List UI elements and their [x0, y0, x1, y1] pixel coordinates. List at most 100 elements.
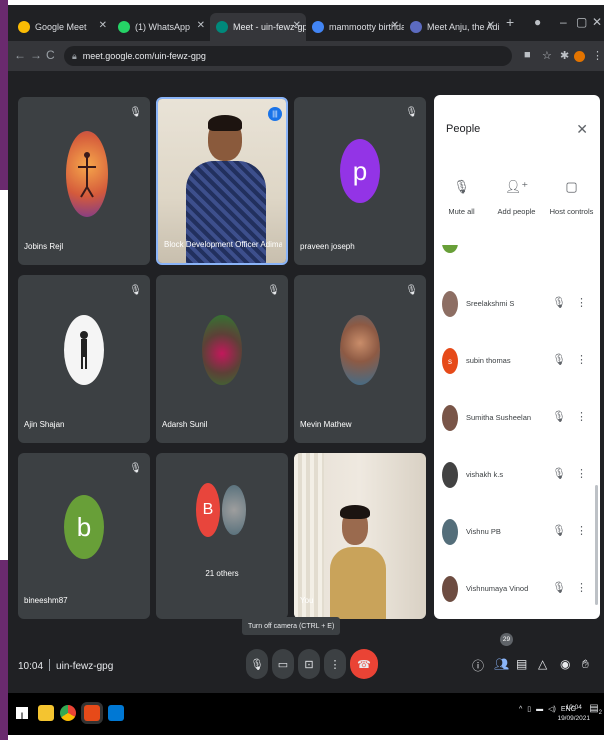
list-item[interactable]: vishakh k.s 🎙︎ ⋮	[434, 456, 600, 496]
participant-hair	[208, 115, 242, 131]
close-tab-icon[interactable]: ✕	[99, 20, 107, 31]
camera-toggle-button[interactable]: ▭	[272, 649, 294, 679]
mic-off-icon[interactable]: 🎙︎	[552, 296, 566, 309]
host-controls-button[interactable]: ▢ Host controls	[544, 179, 599, 216]
battery-icon[interactable]: ▯	[527, 705, 531, 713]
app-icon[interactable]	[84, 705, 100, 721]
maximize-icon[interactable]: ▢	[576, 15, 587, 29]
people-icon[interactable]: 👥︎	[494, 657, 509, 671]
reload-icon[interactable]: C	[46, 48, 55, 62]
tab-meet-active[interactable]: Meet - uin-fewz-gpg ✕	[210, 13, 306, 41]
extensions-icon[interactable]: ✱	[560, 49, 569, 62]
lock-icon[interactable]: 🔒︎	[72, 51, 77, 62]
camera-tooltip: Turn off camera (CTRL + E)	[242, 617, 341, 635]
mic-off-icon[interactable]: 🎙︎	[552, 410, 566, 423]
clock-time: 10:04	[565, 704, 582, 711]
more-options-icon[interactable]: ⋮	[576, 581, 587, 594]
volume-icon[interactable]: ◁)	[548, 705, 556, 713]
close-tab-icon[interactable]: ✕	[487, 20, 495, 31]
divider	[49, 659, 51, 671]
browser-window: Google Meet ✕ (1) WhatsApp ✕ Meet - uin-…	[8, 5, 604, 735]
close-tab-icon[interactable]: ✕	[197, 20, 205, 31]
mic-off-icon: 🎙︎	[405, 285, 418, 296]
participant-photo	[66, 131, 108, 217]
scrollbar[interactable]	[595, 485, 598, 605]
profile-avatar-icon[interactable]	[574, 51, 585, 62]
more-options-icon[interactable]: ⋮	[576, 524, 587, 537]
list-item[interactable]: Vishnu PB 🎙︎ ⋮	[434, 513, 600, 553]
close-window-icon[interactable]: ✕	[592, 15, 602, 29]
avatar: p	[340, 139, 380, 203]
list-item[interactable]: Vishnumaya Vinod 🎙︎ ⋮	[434, 570, 600, 610]
list-item[interactable]: Sreelakshmi S 🎙︎ ⋮	[434, 285, 600, 325]
more-options-icon[interactable]: ⋮	[576, 410, 587, 423]
participant-name: bineeshm87	[24, 596, 68, 605]
others-tile[interactable]: B 21 others	[156, 453, 288, 619]
partial-list-item	[442, 245, 458, 253]
shield-icon: ▢	[565, 179, 578, 194]
meeting-details-icon[interactable]: ⓘ	[472, 657, 484, 674]
camera-permission-icon[interactable]: ■	[524, 49, 531, 61]
participant-tile[interactable]: 🎙︎ Ajin Shajan	[18, 275, 150, 443]
tab-google-search[interactable]: mammootty birthday col ✕	[306, 13, 404, 41]
minimize-icon[interactable]: –	[560, 15, 567, 29]
people-panel-title: People	[446, 123, 481, 135]
list-item[interactable]: Sumitha Susheelan 🎙︎ ⋮	[434, 399, 600, 439]
more-options-button[interactable]: ⋮	[324, 649, 346, 679]
tab-google-meet[interactable]: Google Meet ✕	[12, 13, 112, 41]
notifications-icon[interactable]: ▤2	[589, 703, 602, 716]
host-controls-icon[interactable]: ◉	[560, 657, 570, 671]
tab-label: (1) WhatsApp	[135, 22, 191, 32]
close-tab-icon[interactable]: ✕	[391, 20, 399, 31]
clock-date: 19/09/2021	[557, 715, 590, 722]
chat-icon[interactable]: ▤	[516, 657, 527, 671]
taskbar-clock[interactable]: 10:04 19/09/2021	[557, 702, 590, 724]
chrome-icon[interactable]	[60, 705, 76, 721]
leave-call-button[interactable]: ☎︎	[350, 649, 378, 679]
hand-raise-icon[interactable]: ✋︎	[582, 657, 589, 672]
add-people-button[interactable]: 👤︎⁺ Add people	[489, 179, 544, 216]
file-explorer-icon[interactable]	[38, 705, 54, 721]
tab-whatsapp[interactable]: (1) WhatsApp ✕	[112, 13, 210, 41]
participant-tile[interactable]: 🎙︎ b bineeshm87	[18, 453, 150, 619]
tab-label: Google Meet	[35, 22, 87, 32]
url-text: meet.google.com/uin-fewz-gpg	[82, 51, 206, 61]
profile-menu-icon[interactable]: ●	[534, 15, 541, 29]
back-icon[interactable]: ←	[14, 48, 26, 62]
new-tab-button[interactable]: +	[506, 14, 514, 30]
mic-off-icon[interactable]: 🎙︎	[552, 467, 566, 480]
camera-icon: ▭	[277, 658, 289, 671]
store-icon[interactable]	[108, 705, 124, 721]
mic-off-icon[interactable]: 🎙︎	[552, 524, 566, 537]
close-tab-icon[interactable]: ✕	[293, 20, 301, 31]
present-screen-button[interactable]: ⊡	[298, 649, 320, 679]
windows-start-icon[interactable]	[16, 707, 28, 719]
more-options-icon[interactable]: ⋮	[576, 467, 587, 480]
close-icon[interactable]: ✕	[576, 121, 588, 138]
participant-tile[interactable]: 🎙︎ p praveen joseph	[294, 97, 426, 265]
more-options-icon[interactable]: ⋮	[576, 353, 587, 366]
mic-off-icon[interactable]: 🎙︎	[552, 581, 566, 594]
more-options-icon[interactable]: ⋮	[576, 296, 587, 309]
bookmark-star-icon[interactable]: ☆	[542, 49, 552, 62]
network-icon[interactable]: ▬	[536, 706, 543, 713]
list-item[interactable]: s subin thomas 🎙︎ ⋮	[434, 342, 600, 382]
self-view-tile[interactable]: You	[294, 453, 426, 619]
participant-name: Vishnumaya Vinod	[466, 584, 529, 593]
avatar: s	[442, 348, 458, 374]
mute-all-button[interactable]: 🎙︎ Mute all	[434, 179, 489, 216]
tab-meet-anju[interactable]: Meet Anju, the Adimali b ✕	[404, 13, 500, 41]
participant-tile[interactable]: 🎙︎ Jobins Rejl	[18, 97, 150, 265]
microphone-toggle-button[interactable]: 🎙︎	[246, 649, 268, 679]
participant-tile[interactable]: 🎙︎ Adarsh Sunil	[156, 275, 288, 443]
participant-tile-active-speaker[interactable]: ||| Block Development Officer Adimali	[156, 97, 288, 265]
mic-off-icon[interactable]: 🎙︎	[552, 353, 566, 366]
activities-icon[interactable]: △	[538, 657, 547, 671]
avatar	[442, 576, 458, 602]
tray-expand-icon[interactable]: ^	[519, 706, 522, 713]
forward-icon[interactable]: →	[30, 48, 42, 62]
address-bar[interactable]: 🔒︎ meet.google.com/uin-fewz-gpg	[64, 46, 512, 66]
avatar	[442, 519, 458, 545]
participant-tile[interactable]: 🎙︎ Mevin Mathew	[294, 275, 426, 443]
browser-menu-icon[interactable]: ⋮	[592, 49, 603, 62]
